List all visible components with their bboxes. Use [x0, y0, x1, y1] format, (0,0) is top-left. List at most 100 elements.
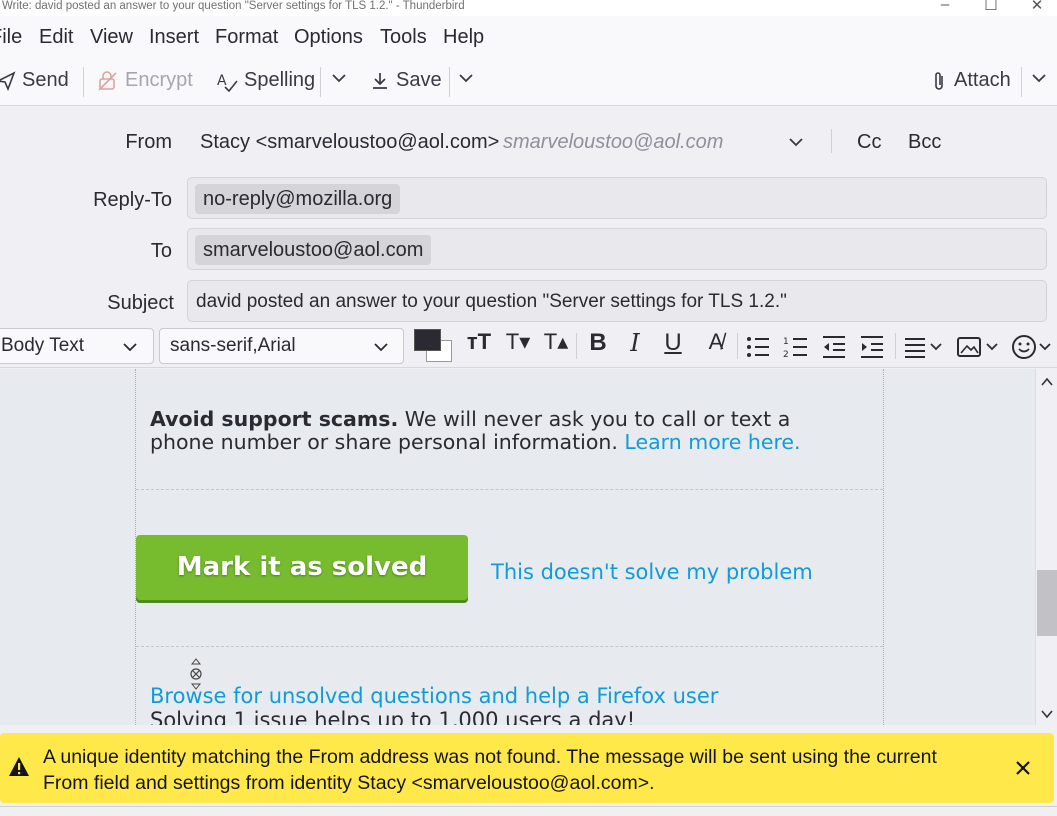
- scam-warning-paragraph: Avoid support scams. We will never ask y…: [150, 408, 850, 454]
- compose-header: From Stacy <smarveloustoo@aol.com> smarv…: [0, 107, 1057, 325]
- send-icon: [0, 70, 16, 91]
- menu-format[interactable]: Format: [215, 26, 278, 49]
- encrypt-button[interactable]: Encrypt: [97, 69, 193, 92]
- status-bar: [0, 806, 1057, 816]
- minimize-button[interactable]: –: [922, 0, 968, 13]
- section-divider: [136, 646, 883, 647]
- menu-view[interactable]: View: [90, 26, 133, 49]
- menu-insert[interactable]: Insert: [149, 26, 199, 49]
- font-family-select[interactable]: sans-serif,Arial: [159, 328, 404, 364]
- text-color-swatch[interactable]: [414, 329, 441, 351]
- paragraph-format-select[interactable]: Body Text: [0, 328, 154, 364]
- compose-toolbar: Send Encrypt A Spelling Save Attach: [0, 60, 1057, 106]
- decrease-font-size-icon[interactable]: T▾: [502, 329, 534, 355]
- save-label: Save: [396, 69, 442, 91]
- window-title: Write: david posted an answer to your qu…: [2, 0, 465, 12]
- cc-button[interactable]: Cc: [857, 131, 881, 154]
- message-body-editor[interactable]: Avoid support scams. We will never ask y…: [0, 369, 1035, 725]
- attach-button[interactable]: Attach: [930, 69, 1011, 92]
- svg-text:1: 1: [783, 337, 789, 347]
- subject-field[interactable]: david posted an answer to your question …: [187, 280, 1047, 322]
- encrypt-icon: [98, 70, 117, 91]
- text-color-picker[interactable]: [414, 329, 454, 363]
- learn-more-link[interactable]: Learn more here.: [624, 430, 800, 454]
- chevron-down-icon: [374, 343, 388, 352]
- chevron-down-icon: [789, 138, 803, 147]
- chevron-down-icon: [332, 74, 346, 83]
- format-toolbar: Body Text sans-serif,Arial ᴛT T▾ T▴ B I …: [0, 325, 1057, 368]
- menu-tools[interactable]: Tools: [380, 26, 427, 49]
- menu-bar: File Edit View Insert Format Options Too…: [0, 16, 1057, 60]
- title-bar: Write: david posted an answer to your qu…: [0, 0, 1057, 16]
- not-solved-link[interactable]: This doesn't solve my problem: [491, 560, 813, 584]
- to-label: To: [150, 240, 172, 262]
- spelling-button[interactable]: A Spelling: [216, 69, 315, 92]
- to-address-pill[interactable]: smarveloustoo@aol.com: [195, 235, 432, 265]
- subject-input[interactable]: david posted an answer to your question …: [196, 291, 787, 313]
- attach-menu-dropdown[interactable]: [1030, 69, 1048, 87]
- menu-file[interactable]: File: [0, 26, 22, 49]
- section-divider: [136, 489, 883, 490]
- from-identity: Stacy <smarveloustoo@aol.com>: [200, 131, 500, 153]
- from-selector[interactable]: Stacy <smarveloustoo@aol.com> smarvelous…: [187, 121, 817, 161]
- chevron-down-icon: [123, 343, 137, 352]
- close-window-button[interactable]: ✕: [1014, 0, 1057, 14]
- format-separator: [576, 333, 577, 359]
- spelling-icon: A: [217, 73, 238, 92]
- header-separator: [831, 129, 832, 153]
- toolbar-separator: [83, 67, 84, 97]
- bcc-button[interactable]: Bcc: [908, 131, 941, 154]
- smaller-font-size-icon[interactable]: ᴛT: [463, 329, 495, 355]
- svg-text:2: 2: [783, 350, 789, 359]
- paragraph-format-value: Body Text: [1, 335, 85, 356]
- text-style-icon[interactable]: A̸: [700, 329, 732, 355]
- insert-image-icon[interactable]: [957, 335, 1001, 359]
- save-button[interactable]: Save: [370, 69, 442, 92]
- menu-help[interactable]: Help: [443, 26, 484, 49]
- scam-warning-heading: Avoid support scams.: [150, 407, 399, 431]
- body-scrollbar[interactable]: [1035, 369, 1057, 725]
- attach-label: Attach: [954, 69, 1011, 91]
- from-address-hint: smarveloustoo@aol.com: [503, 131, 724, 153]
- scrollbar-thumb[interactable]: [1037, 570, 1057, 636]
- close-icon[interactable]: [1015, 760, 1031, 776]
- save-menu-dropdown[interactable]: [457, 69, 475, 87]
- menu-options[interactable]: Options: [294, 26, 363, 49]
- italic-icon[interactable]: I: [619, 329, 651, 357]
- format-separator: [895, 333, 896, 359]
- subject-label: Subject: [107, 292, 174, 314]
- spelling-label: Spelling: [244, 69, 316, 91]
- download-icon: [373, 72, 387, 89]
- spelling-menu-dropdown[interactable]: [330, 69, 348, 87]
- numbered-list-icon[interactable]: 12: [783, 335, 809, 359]
- chevron-down-icon: [1032, 74, 1046, 83]
- encrypt-label: Encrypt: [125, 69, 193, 91]
- solving-impact-text: Solving 1 issue helps up to 1,000 users …: [150, 708, 636, 725]
- font-family-value: sans-serif,Arial: [170, 335, 296, 356]
- bulleted-list-icon[interactable]: [745, 335, 771, 359]
- emoji-icon[interactable]: [1012, 334, 1056, 360]
- scroll-down-icon[interactable]: [1040, 707, 1054, 721]
- mark-solved-button[interactable]: Mark it as solved: [136, 535, 468, 600]
- toolbar-separator: [320, 67, 321, 97]
- outdent-icon[interactable]: [821, 335, 847, 359]
- to-field[interactable]: smarveloustoo@aol.com: [187, 228, 1047, 270]
- indent-icon[interactable]: [859, 335, 885, 359]
- increase-font-size-icon[interactable]: T▴: [540, 329, 572, 355]
- identity-warning-notification: A unique identity matching the From addr…: [0, 733, 1054, 803]
- reply-to-label: Reply-To: [93, 189, 172, 211]
- format-separator: [737, 333, 738, 359]
- menu-edit[interactable]: Edit: [39, 26, 73, 49]
- scroll-up-icon[interactable]: [1040, 375, 1054, 389]
- bold-icon[interactable]: B: [582, 329, 614, 357]
- underline-icon[interactable]: U: [657, 329, 689, 357]
- paperclip-icon: [935, 71, 943, 90]
- warning-icon: [9, 757, 29, 776]
- browse-questions-link[interactable]: Browse for unsolved questions and help a…: [150, 684, 718, 708]
- send-button[interactable]: Send: [0, 69, 69, 92]
- maximize-button[interactable]: ☐: [968, 0, 1014, 14]
- align-icon[interactable]: [903, 335, 945, 359]
- reply-to-field[interactable]: no-reply@mozilla.org: [187, 177, 1047, 219]
- reply-to-address-pill[interactable]: no-reply@mozilla.org: [195, 184, 401, 214]
- toolbar-separator: [1021, 67, 1022, 97]
